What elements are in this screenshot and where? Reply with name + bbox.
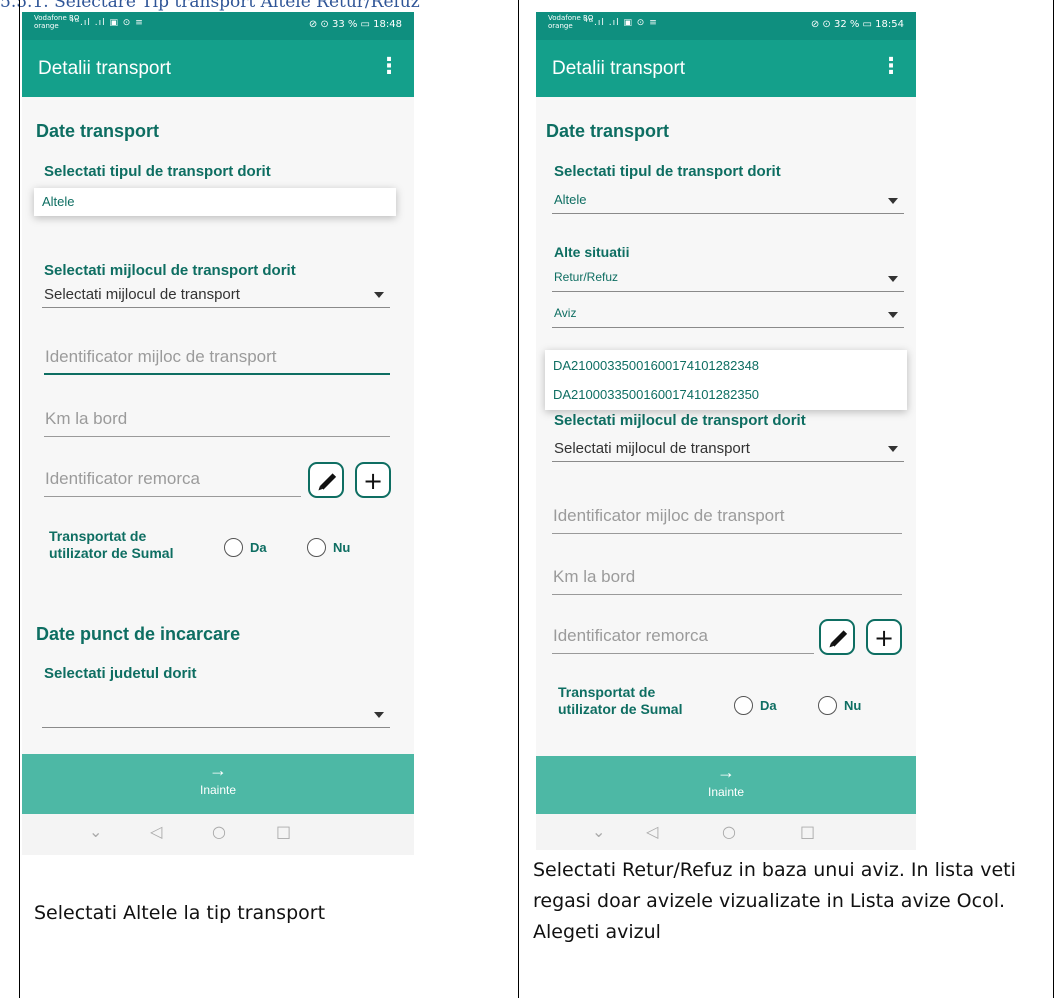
tip-transport-popup[interactable]: Altele xyxy=(34,188,396,216)
inainte-label: Inainte xyxy=(707,785,745,799)
section-date-transport: Date transport xyxy=(546,121,670,141)
battery-clock: ⊘ ⊙ 32 % ▭ 18:54 xyxy=(810,19,904,30)
nav-back-icon[interactable]: ◁ xyxy=(150,822,162,841)
nav-down-icon[interactable]: ⌄ xyxy=(89,822,102,841)
aviz-select[interactable]: Aviz xyxy=(552,304,904,328)
identificator-mijloc-placeholder: Identificator mijloc de transport xyxy=(45,347,277,366)
radio-da-label: Da xyxy=(250,540,267,555)
status-bar: Vodafone RO orange ⁴ᴳ.ıl .ıl ▣ ⊙ ≡ ⊘ ⊙ 32… xyxy=(536,12,916,40)
caption-right: Selectati Retur/Refuz in baza unui aviz.… xyxy=(533,859,1016,943)
label-tip-transport: Selectati tipul de transport dorit xyxy=(44,163,271,180)
nav-down-icon[interactable]: ⌄ xyxy=(592,822,605,841)
km-la-bord-placeholder: Km la bord xyxy=(45,409,128,428)
label-mijloc-transport: Selectati mijlocul de transport dorit xyxy=(554,412,806,429)
table-border-middle xyxy=(518,0,519,998)
km-la-bord-placeholder: Km la bord xyxy=(553,567,636,586)
label-mijloc-transport: Selectati mijlocul de transport dorit xyxy=(44,262,296,279)
dropdown-caret-icon xyxy=(374,292,384,298)
app-bar: Detalii transport ⋮ xyxy=(22,40,414,97)
mijloc-transport-value: Selectati mijlocul de transport xyxy=(554,440,750,457)
identificator-mijloc-input[interactable]: Identificator mijloc de transport xyxy=(552,502,902,534)
km-la-bord-input[interactable]: Km la bord xyxy=(552,563,902,595)
pencil-icon xyxy=(830,630,848,647)
operator-name-2: orange xyxy=(548,22,573,30)
dropdown-caret-icon xyxy=(888,312,898,318)
radio-nu-label: Nu xyxy=(844,698,862,713)
system-nav-bar: ⌄ ◁ ○ □ xyxy=(22,814,414,855)
nav-home-icon[interactable]: ○ xyxy=(212,822,226,841)
nav-recent-icon[interactable]: □ xyxy=(276,822,291,841)
radio-da[interactable] xyxy=(224,538,243,557)
inainte-label: Inainte xyxy=(199,783,237,797)
radio-nu-label: Nu xyxy=(333,540,351,555)
signal-icons: ⁴ᴳ.ıl .ıl ▣ ⊙ ≡ xyxy=(70,18,144,28)
app-bar: Detalii transport ⋮ xyxy=(536,40,916,97)
section-date-incarcare: Date punct de incarcare xyxy=(36,624,241,644)
radio-nu[interactable] xyxy=(818,696,837,715)
tip-transport-value: Altele xyxy=(554,192,587,207)
identificator-remorca-placeholder: Identificator remorca xyxy=(553,626,708,645)
radio-nu[interactable] xyxy=(307,538,326,557)
identificator-mijloc-input[interactable]: Identificator mijloc de transport xyxy=(44,343,390,375)
battery-clock: ⊘ ⊙ 33 % ▭ 18:48 xyxy=(308,19,402,30)
plus-icon: + xyxy=(362,467,384,495)
app-title: Detalii transport xyxy=(552,58,686,79)
operator-name-2: orange xyxy=(34,22,59,30)
dropdown-caret-icon xyxy=(888,276,898,282)
document-heading: 5.5.1. Selectare Tip transport Altele Re… xyxy=(0,0,420,12)
tip-transport-option[interactable]: Altele xyxy=(42,194,75,209)
nav-recent-icon[interactable]: □ xyxy=(800,822,815,841)
aviz-option-1[interactable]: DA2100033500160017410128234​8 xyxy=(553,358,759,373)
identificator-mijloc-placeholder: Identificator mijloc de transport xyxy=(553,506,785,525)
aviz-option-2[interactable]: DA21000335001600174101282350 xyxy=(553,387,759,402)
transportat-label: Transportat de utilizator de Sumal xyxy=(558,684,683,717)
identificator-remorca-placeholder: Identificator remorca xyxy=(45,469,200,488)
nav-back-icon[interactable]: ◁ xyxy=(646,822,658,841)
nav-home-icon[interactable]: ○ xyxy=(722,822,736,841)
left-phone-screen: Vodafone RO orange ⁴ᴳ.ıl .ıl ▣ ⊙ ≡ ⊘ ⊙ 33… xyxy=(22,12,414,855)
edit-remorca-button[interactable] xyxy=(308,462,344,498)
alte-situatii-select[interactable]: Retur/Refuz xyxy=(552,268,904,292)
dropdown-caret-icon xyxy=(888,446,898,452)
mijloc-transport-select[interactable]: Selectati mijlocul de transport xyxy=(552,438,904,462)
aviz-dropdown-list: DA2100033500160017410128234​8 DA21000335… xyxy=(545,350,907,410)
tip-transport-select[interactable]: Altele xyxy=(552,190,904,214)
label-tip-transport: Selectati tipul de transport dorit xyxy=(554,163,781,180)
mijloc-transport-value: Selectati mijlocul de transport xyxy=(44,286,240,303)
label-alte-situatii: Alte situatii xyxy=(554,244,630,260)
judet-select[interactable] xyxy=(42,704,390,728)
status-bar: Vodafone RO orange ⁴ᴳ.ıl .ıl ▣ ⊙ ≡ ⊘ ⊙ 33… xyxy=(22,12,414,40)
alte-situatii-value: Retur/Refuz xyxy=(554,270,619,284)
add-remorca-button[interactable]: + xyxy=(355,462,391,498)
edit-remorca-button[interactable] xyxy=(819,619,855,655)
right-phone-screen: Vodafone RO orange ⁴ᴳ.ıl .ıl ▣ ⊙ ≡ ⊘ ⊙ 32… xyxy=(536,12,916,850)
table-border-left xyxy=(19,0,20,998)
inainte-button[interactable]: → Inainte xyxy=(536,756,916,814)
system-nav-bar: ⌄ ◁ ○ □ xyxy=(536,814,916,850)
identificator-remorca-input[interactable]: Identificator remorca xyxy=(552,622,814,654)
signal-icons: ⁴ᴳ.ıl .ıl ▣ ⊙ ≡ xyxy=(584,18,658,28)
aviz-value: Aviz xyxy=(554,306,577,320)
add-remorca-button[interactable]: + xyxy=(866,619,902,655)
km-la-bord-input[interactable]: Km la bord xyxy=(44,405,390,437)
dropdown-caret-icon xyxy=(374,712,384,718)
arrow-right-icon: → xyxy=(209,760,227,780)
radio-da-label: Da xyxy=(760,698,777,713)
section-date-transport: Date transport xyxy=(36,121,160,141)
mijloc-transport-select[interactable]: Selectati mijlocul de transport xyxy=(42,284,390,308)
caption-left: Selectati Altele la tip transport xyxy=(34,902,326,924)
arrow-right-icon: → xyxy=(717,762,735,782)
pencil-icon xyxy=(319,473,337,490)
plus-icon: + xyxy=(873,624,895,652)
radio-da[interactable] xyxy=(734,696,753,715)
more-menu-icon[interactable]: ⋮ xyxy=(378,54,400,79)
inainte-button[interactable]: → Inainte xyxy=(22,754,414,814)
app-title: Detalii transport xyxy=(38,58,172,79)
label-judet: Selectati judetul dorit xyxy=(44,665,197,682)
transportat-label: Transportat de utilizator de Sumal xyxy=(49,528,174,561)
dropdown-caret-icon xyxy=(888,198,898,204)
identificator-remorca-input[interactable]: Identificator remorca xyxy=(44,465,301,497)
more-menu-icon[interactable]: ⋮ xyxy=(880,54,902,79)
